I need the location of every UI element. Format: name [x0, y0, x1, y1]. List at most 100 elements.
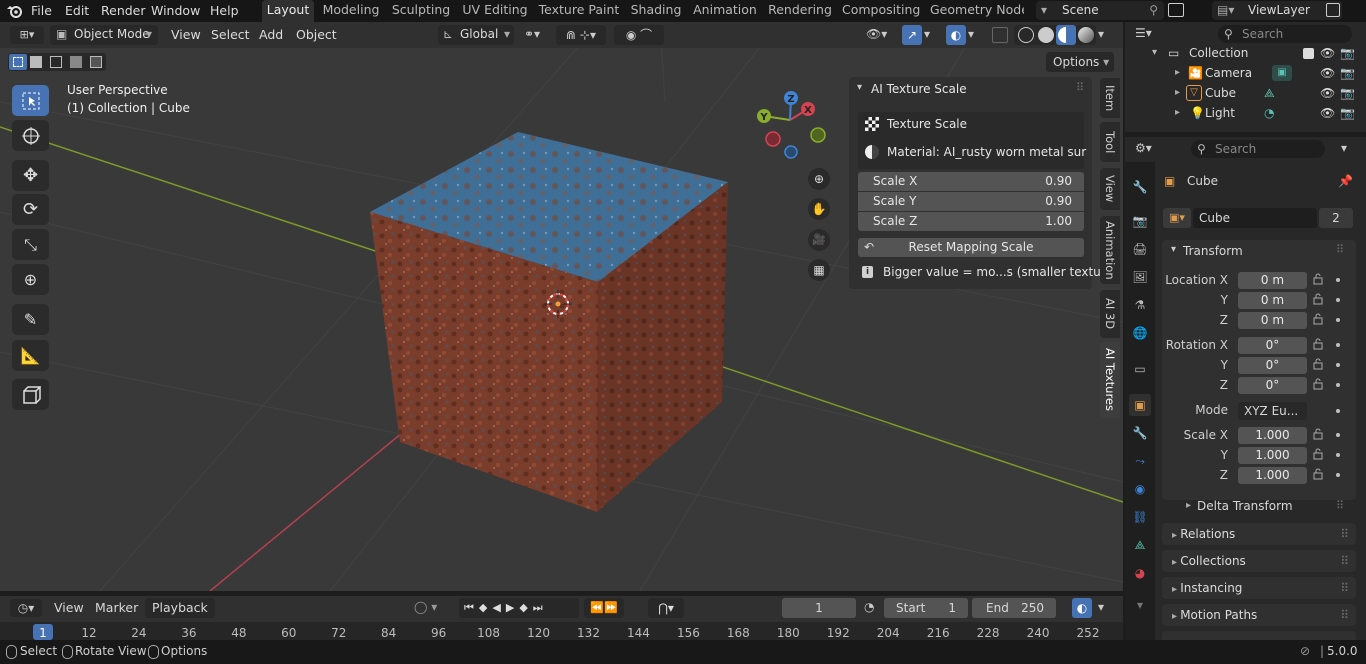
- options-dropdown[interactable]: Options ▾: [1046, 52, 1114, 72]
- rotation-y-field[interactable]: 0°: [1238, 357, 1307, 374]
- new-scene-icon[interactable]: [1168, 3, 1184, 17]
- grip-icon[interactable]: ⠿: [1076, 81, 1084, 94]
- view-layer-tab-icon[interactable]: 🖼: [1129, 266, 1151, 288]
- tool-tab-icon[interactable]: 🔧: [1129, 176, 1151, 198]
- keyframe-dot-icon[interactable]: [1336, 278, 1340, 282]
- add-cube-tool[interactable]: [12, 379, 49, 410]
- transform-title[interactable]: Transform: [1183, 244, 1243, 258]
- lock-icon[interactable]: [1313, 313, 1323, 325]
- chevron-right-icon[interactable]: ▸: [1175, 63, 1180, 83]
- playback-dropdown[interactable]: Playback ▾: [145, 598, 215, 635]
- prev-key-icon[interactable]: ◆: [479, 601, 492, 614]
- tab-sculpting[interactable]: Sculpting: [390, 0, 452, 22]
- data-tab-icon[interactable]: ⟁: [1129, 534, 1151, 556]
- keyframe-dot-icon[interactable]: [1336, 409, 1340, 413]
- menu-view[interactable]: View: [171, 25, 201, 45]
- tab-uv-editing[interactable]: UV Editing: [460, 0, 530, 22]
- lock-icon[interactable]: [1313, 468, 1323, 480]
- relations-panel[interactable]: ▸ Relations ⠿: [1162, 523, 1356, 545]
- instancing-panel[interactable]: ▸ Instancing ⠿: [1162, 577, 1356, 599]
- output-tab-icon[interactable]: 🖨: [1129, 238, 1151, 260]
- keyframe-dot-icon[interactable]: [1336, 343, 1340, 347]
- tab-rendering[interactable]: Rendering: [768, 0, 832, 22]
- solid-icon[interactable]: [1038, 27, 1054, 43]
- grip-icon[interactable]: ⠿: [1340, 604, 1349, 626]
- play-icon[interactable]: ▶: [506, 601, 519, 614]
- material-tab-icon[interactable]: ◕: [1129, 562, 1151, 584]
- keyframe-dot-icon[interactable]: [1336, 298, 1340, 302]
- grip-icon[interactable]: ⠿: [1336, 499, 1344, 512]
- tab-layout[interactable]: Layout: [262, 0, 314, 22]
- keying-icon[interactable]: ◯ ▾: [414, 600, 437, 614]
- snap-icon[interactable]: ⋒ ⊹▾: [556, 25, 606, 45]
- keyframe-nav-icon[interactable]: ⏪⏩: [584, 598, 624, 618]
- editor-type-icon[interactable]: ⊞▾: [10, 26, 44, 44]
- chevron-down-icon[interactable]: ▾: [1098, 600, 1104, 614]
- menu-object[interactable]: Object: [296, 25, 337, 45]
- side-tab-animation[interactable]: Animation: [1100, 216, 1120, 284]
- auto-keying-icon[interactable]: ⋂▾: [648, 598, 684, 618]
- physics-tab-icon[interactable]: ◉: [1129, 478, 1151, 500]
- lock-icon[interactable]: [1313, 448, 1323, 460]
- chevron-down-icon[interactable]: ▾: [1098, 27, 1104, 41]
- lock-icon[interactable]: [1313, 338, 1323, 350]
- blender-logo-icon[interactable]: [6, 3, 23, 19]
- pivot-icon[interactable]: ⚭▾: [524, 27, 550, 43]
- outliner-row-collection[interactable]: ▾ ▭ Collection 👁 📷: [1130, 43, 1360, 63]
- rotate-tool[interactable]: ⟳: [12, 194, 49, 225]
- properties-editor-icon[interactable]: ⚙▾: [1135, 141, 1152, 155]
- modifier-tab-icon[interactable]: 🔧: [1129, 422, 1151, 444]
- measure-tool[interactable]: 📐: [12, 340, 49, 371]
- user-count[interactable]: 2: [1319, 208, 1353, 228]
- mode-selector[interactable]: ▣ Object Mode ▾: [50, 25, 158, 45]
- jump-start-icon[interactable]: ⏮: [464, 601, 479, 614]
- jump-end-icon[interactable]: ⏭: [533, 601, 548, 614]
- chevron-down-icon[interactable]: ▾: [1152, 43, 1157, 63]
- checkbox-icon[interactable]: [1303, 48, 1314, 59]
- camera-render-icon[interactable]: 📷: [1340, 83, 1355, 103]
- start-frame-field[interactable]: Start 1: [884, 598, 968, 618]
- light-data-icon[interactable]: ◔: [1264, 103, 1274, 123]
- camera-view-icon[interactable]: 🎥: [808, 229, 830, 251]
- tab-compositing[interactable]: Compositing: [842, 0, 920, 22]
- delta-transform-title[interactable]: Delta Transform: [1197, 499, 1293, 513]
- mesh-data-icon[interactable]: ⟁: [1264, 83, 1275, 103]
- grip-icon[interactable]: ⠿: [1340, 577, 1349, 599]
- render-tab-icon[interactable]: 📷: [1129, 210, 1151, 232]
- pan-hand-icon[interactable]: ✋: [808, 198, 830, 220]
- collections-panel[interactable]: ▸ Collections ⠿: [1162, 550, 1356, 572]
- timeline-ruler[interactable]: [0, 622, 1123, 640]
- keyframe-dot-icon[interactable]: [1336, 473, 1340, 477]
- rotation-z-field[interactable]: 0°: [1238, 377, 1307, 394]
- scene-selector[interactable]: Scene ▾ ⚲: [1036, 1, 1164, 20]
- outliner-row-light[interactable]: ▸ 💡 Light ◔ 👁 📷: [1130, 103, 1360, 123]
- location-y-field[interactable]: 0 m: [1238, 292, 1307, 309]
- grip-icon[interactable]: ⠿: [1340, 550, 1349, 572]
- chevron-down-icon[interactable]: ▾: [1341, 141, 1347, 155]
- eye-icon[interactable]: 👁: [1320, 83, 1335, 103]
- select-box-tool[interactable]: [12, 85, 49, 116]
- cursor-tool[interactable]: [12, 120, 49, 151]
- outliner-editor-icon[interactable]: ☰▾: [1135, 26, 1165, 44]
- material-preview-active[interactable]: [1056, 25, 1076, 45]
- overlay-icon[interactable]: ◐: [1072, 598, 1092, 618]
- gizmo-toggle-icon[interactable]: ↗: [902, 25, 922, 45]
- collection-tab-icon[interactable]: ▭: [1129, 358, 1151, 380]
- chevron-right-icon[interactable]: ▸: [1186, 500, 1191, 511]
- tab-animation[interactable]: Animation: [692, 0, 758, 22]
- chevron-right-icon[interactable]: ▸: [1175, 83, 1180, 103]
- timeline-menu-marker[interactable]: Marker: [95, 599, 138, 617]
- tab-modeling[interactable]: Modeling: [320, 0, 382, 22]
- visibility-icon[interactable]: 👁▾: [866, 27, 887, 41]
- camera-render-icon[interactable]: 📷: [1340, 103, 1355, 123]
- scale-z-field[interactable]: 1.000: [1238, 467, 1307, 484]
- chevron-down-icon[interactable]: ▾: [1129, 594, 1151, 616]
- menu-file[interactable]: File: [28, 2, 55, 20]
- outliner-row-camera[interactable]: ▸ 🎦 Camera ▣ 👁 📷: [1130, 63, 1360, 83]
- select-invert-icon[interactable]: [70, 56, 82, 68]
- outliner-search[interactable]: ⚲ Search: [1218, 25, 1352, 43]
- reset-mapping-button[interactable]: ↶ Reset Mapping Scale: [858, 238, 1084, 257]
- camera-render-icon[interactable]: 📷: [1340, 43, 1355, 63]
- select-subtract-icon[interactable]: [50, 56, 62, 68]
- object-name-field[interactable]: Cube: [1193, 208, 1317, 228]
